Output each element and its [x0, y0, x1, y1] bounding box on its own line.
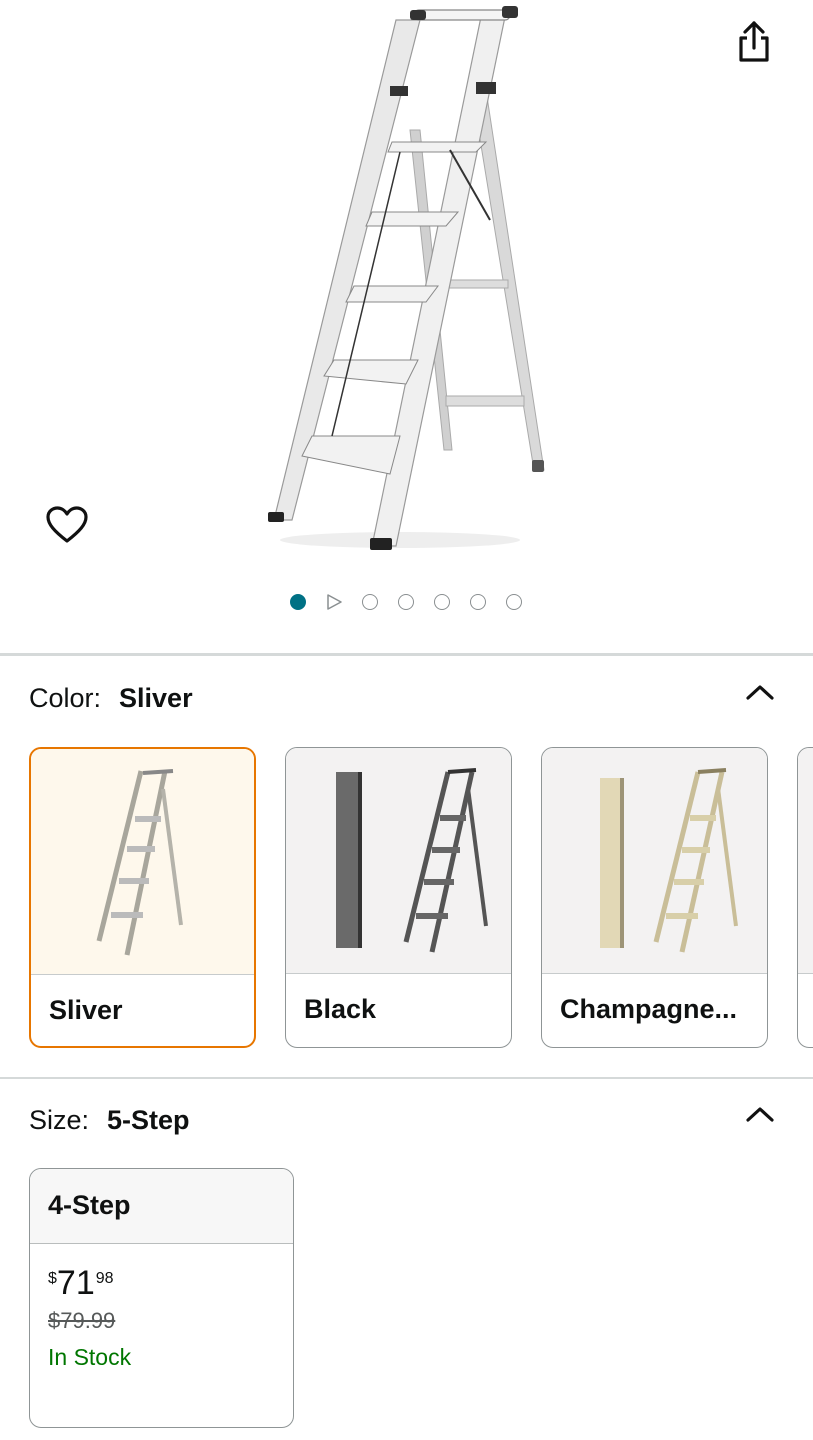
size-selector-label: Size: 5-Step — [29, 1105, 190, 1136]
color-swatch-list[interactable]: Sliver Black Champagne... — [29, 747, 813, 1049]
play-icon — [326, 594, 342, 610]
chevron-up-icon — [746, 685, 774, 700]
carousel-video-indicator[interactable] — [325, 594, 342, 610]
carousel-dot[interactable] — [397, 594, 414, 610]
carousel-dot[interactable] — [433, 594, 450, 610]
chevron-up-icon — [746, 1107, 774, 1122]
color-swatch-sliver[interactable]: Sliver — [29, 747, 256, 1048]
availability-status: In Stock — [48, 1344, 132, 1370]
swatch-image — [798, 748, 813, 974]
share-button[interactable] — [732, 20, 776, 64]
product-image-carousel[interactable] — [0, 0, 813, 655]
ladder-thumbnail — [336, 768, 488, 953]
price-fraction: 98 — [95, 1270, 114, 1287]
carousel-dot-active[interactable] — [289, 594, 306, 610]
swatch-label: Champagne... — [560, 994, 738, 1024]
size-label-key: Size: — [29, 1105, 90, 1135]
price-whole: 71 — [56, 1264, 95, 1302]
swatch-image — [31, 749, 254, 975]
color-collapse-button[interactable] — [742, 677, 778, 707]
swatch-label: Sliver — [49, 995, 123, 1025]
heart-outline-icon — [46, 506, 88, 543]
section-divider — [0, 653, 813, 656]
carousel-dot[interactable] — [361, 594, 378, 610]
ladder-thumbnail — [600, 768, 738, 953]
carousel-indicators — [0, 594, 813, 610]
color-swatch-black[interactable]: Black — [285, 747, 512, 1048]
size-option-price: $ 71 98 — [48, 1266, 293, 1300]
list-price: $79.99 — [48, 1308, 116, 1333]
size-option-4-step[interactable]: 4-Step $ 71 98 $79.99 In Stock — [29, 1168, 294, 1428]
carousel-dot[interactable] — [469, 594, 486, 610]
swatch-image — [286, 748, 511, 974]
share-icon — [739, 21, 769, 62]
color-label-key: Color: — [29, 683, 102, 713]
ladder-thumbnail — [96, 769, 183, 956]
color-selected-value: Sliver — [119, 683, 193, 713]
color-swatch-more[interactable] — [797, 747, 813, 1048]
carousel-dot[interactable] — [505, 594, 522, 610]
size-collapse-button[interactable] — [742, 1099, 778, 1129]
section-divider — [0, 1077, 813, 1079]
product-image[interactable] — [250, 0, 570, 560]
size-option-name: 4-Step — [30, 1169, 293, 1244]
add-to-wishlist-button[interactable] — [44, 503, 90, 547]
swatch-label: Black — [304, 994, 377, 1024]
size-selected-value: 5-Step — [107, 1105, 190, 1135]
swatch-image — [542, 748, 767, 974]
color-selector-label: Color: Sliver — [29, 683, 193, 714]
color-swatch-champagne[interactable]: Champagne... — [541, 747, 768, 1048]
price-currency: $ — [48, 1270, 57, 1287]
